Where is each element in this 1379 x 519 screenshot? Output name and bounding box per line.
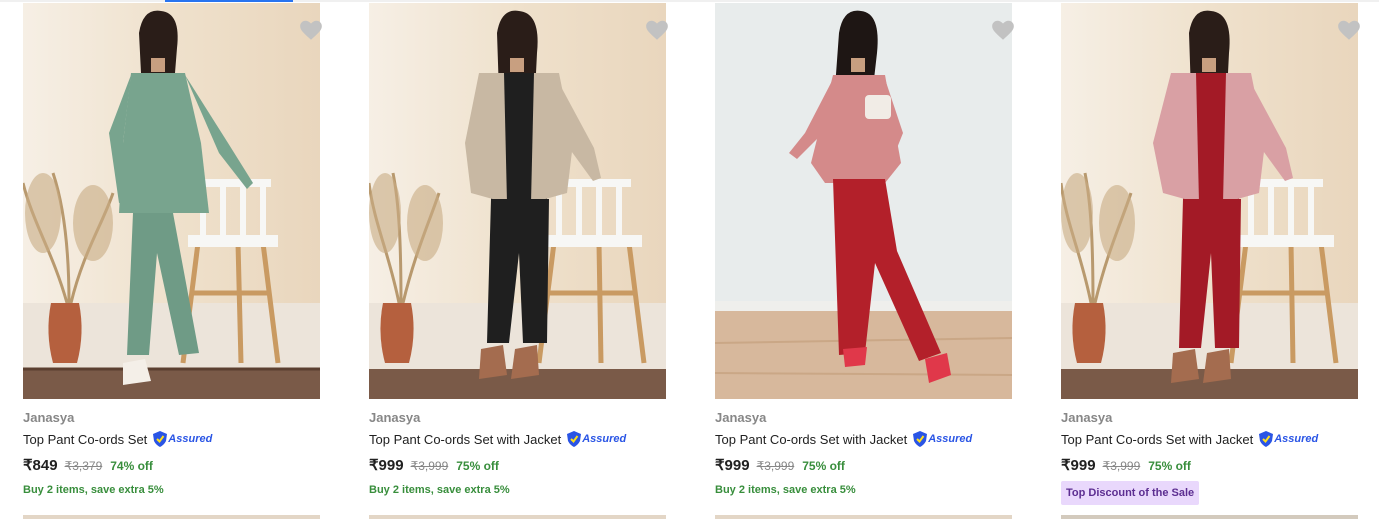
assured-badge: Assured	[567, 431, 626, 447]
discount-percent: 75% off	[456, 459, 499, 473]
assured-label: Assured	[582, 433, 627, 445]
wishlist-heart-icon[interactable]	[298, 17, 324, 43]
product-photo-illustration	[369, 3, 666, 399]
assured-label: Assured	[1274, 433, 1319, 445]
assured-shield-icon	[1259, 431, 1274, 447]
product-title-row: Top Pant Co-ords Set Assured	[23, 429, 323, 449]
original-price: ₹3,999	[410, 459, 449, 473]
discount-percent: 75% off	[802, 459, 845, 473]
discount-percent: 74% off	[110, 459, 153, 473]
assured-badge: Assured	[153, 431, 212, 447]
product-image[interactable]	[715, 3, 1012, 399]
product-image[interactable]	[369, 3, 666, 399]
price-row: ₹999 ₹3,999 75% off	[715, 456, 845, 474]
wishlist-heart-icon[interactable]	[1336, 17, 1362, 43]
bundle-offer-text: Buy 2 items, save extra 5%	[369, 484, 510, 496]
product-brand: Janasya	[715, 410, 767, 425]
bundle-offer-text: Buy 2 items, save extra 5%	[715, 484, 856, 496]
bundle-offer-text: Buy 2 items, save extra 5%	[23, 484, 164, 496]
assured-shield-icon	[913, 431, 928, 447]
discount-percent: 75% off	[1148, 459, 1191, 473]
product-card[interactable]: Janasya Top Pant Co-ords Set with Jacket…	[369, 3, 669, 519]
assured-shield-icon	[153, 431, 168, 447]
next-row-image-edge	[23, 515, 320, 519]
original-price: ₹3,999	[1102, 459, 1141, 473]
product-title[interactable]: Top Pant Co-ords Set with Jacket	[369, 432, 561, 447]
product-title-row: Top Pant Co-ords Set with Jacket Assured	[1061, 429, 1361, 449]
active-tab-indicator	[165, 0, 293, 2]
price-row: ₹849 ₹3,379 74% off	[23, 456, 153, 474]
product-photo-illustration	[23, 3, 320, 399]
product-image[interactable]	[23, 3, 320, 399]
product-grid: Janasya Top Pant Co-ords Set Assured ₹84…	[23, 3, 1361, 519]
price-row: ₹999 ₹3,999 75% off	[369, 456, 499, 474]
wishlist-heart-icon[interactable]	[644, 17, 670, 43]
selling-price: ₹999	[1061, 457, 1096, 474]
selling-price: ₹999	[715, 457, 750, 474]
original-price: ₹3,379	[64, 459, 103, 473]
assured-label: Assured	[168, 433, 213, 445]
price-row: ₹999 ₹3,999 75% off	[1061, 456, 1191, 474]
product-image[interactable]	[1061, 3, 1358, 399]
original-price: ₹3,999	[756, 459, 795, 473]
wishlist-heart-icon[interactable]	[990, 17, 1016, 43]
product-title[interactable]: Top Pant Co-ords Set	[23, 432, 147, 447]
product-card[interactable]: Janasya Top Pant Co-ords Set Assured ₹84…	[23, 3, 323, 519]
top-discount-badge: Top Discount of the Sale	[1061, 481, 1200, 505]
product-photo-illustration	[1061, 3, 1358, 399]
assured-badge: Assured	[913, 431, 972, 447]
assured-shield-icon	[567, 431, 582, 447]
next-row-image-edge	[369, 515, 666, 519]
product-photo-illustration	[715, 3, 1012, 399]
product-card[interactable]: Janasya Top Pant Co-ords Set with Jacket…	[1061, 3, 1361, 519]
product-brand: Janasya	[1061, 410, 1113, 425]
assured-label: Assured	[928, 433, 973, 445]
product-title-row: Top Pant Co-ords Set with Jacket Assured	[369, 429, 669, 449]
product-brand: Janasya	[23, 410, 75, 425]
product-brand: Janasya	[369, 410, 421, 425]
next-row-image-edge	[1061, 515, 1358, 519]
assured-badge: Assured	[1259, 431, 1318, 447]
selling-price: ₹849	[23, 457, 58, 474]
product-title[interactable]: Top Pant Co-ords Set with Jacket	[715, 432, 907, 447]
selling-price: ₹999	[369, 457, 404, 474]
product-card[interactable]: Janasya Top Pant Co-ords Set with Jacket…	[715, 3, 1015, 519]
product-title-row: Top Pant Co-ords Set with Jacket Assured	[715, 429, 1015, 449]
next-row-image-edge	[715, 515, 1012, 519]
product-title[interactable]: Top Pant Co-ords Set with Jacket	[1061, 432, 1253, 447]
